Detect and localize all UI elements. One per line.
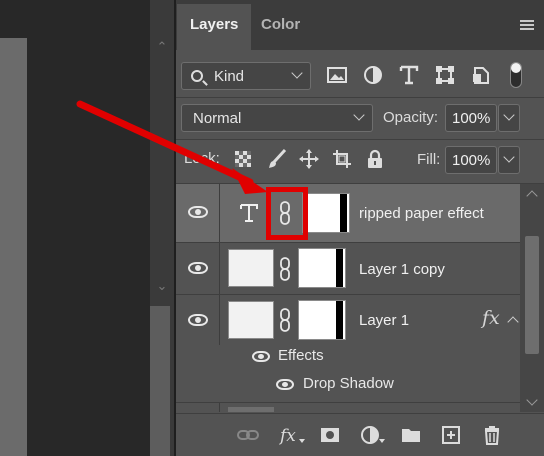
document-canvas[interactable] (0, 38, 27, 456)
fill-value: 100% (452, 152, 491, 169)
layers-bottom-toolbar: fx (176, 413, 544, 456)
canvas-scroll-up-icon[interactable]: ⌃ (153, 38, 171, 56)
eye-icon[interactable] (188, 314, 208, 326)
blend-mode-value: Normal (193, 110, 242, 127)
collapse-effects-icon[interactable] (507, 316, 519, 328)
layer-row-layer-1[interactable]: Layer 1 fx (176, 295, 520, 345)
fill-label: Fill: (417, 151, 441, 168)
canvas-scroll-thumb[interactable] (150, 306, 170, 456)
layer-mask-thumbnail[interactable] (298, 248, 346, 288)
layer-mask-thumbnail[interactable] (298, 300, 346, 340)
link-icon[interactable] (280, 257, 290, 281)
divider (176, 402, 520, 403)
layer-row-ripped-paper-effect[interactable]: ripped paper effect (176, 184, 520, 242)
layer-row-layer-1-copy[interactable]: Layer 1 copy (176, 243, 520, 294)
pixel-layer-filter-icon[interactable] (326, 64, 348, 86)
visibility-toggle[interactable] (176, 243, 220, 294)
type-layer-icon (240, 204, 258, 222)
lock-all-icon[interactable] (364, 148, 386, 170)
lock-label: Lock: (184, 150, 220, 167)
layers-scroll-thumb[interactable] (525, 236, 539, 354)
opacity-value: 100% (452, 110, 491, 127)
add-layer-style-icon[interactable]: fx (279, 424, 305, 446)
panel-tabbar: Layers Color (176, 0, 544, 50)
lock-image-pixels-icon[interactable] (266, 148, 288, 170)
delete-layer-icon[interactable] (481, 424, 503, 446)
eye-icon[interactable] (188, 206, 208, 218)
lock-transparent-pixels-icon[interactable] (232, 148, 254, 170)
panel-menu-icon[interactable] (520, 20, 534, 31)
link-icon[interactable] (280, 308, 290, 332)
layer-name[interactable]: Layer 1 (359, 312, 409, 329)
chevron-down-icon (503, 151, 515, 163)
opacity-dropdown-button[interactable] (498, 104, 520, 132)
chevron-down-icon (291, 67, 303, 79)
layer-effects-icon[interactable]: fx (482, 307, 500, 329)
visibility-toggle[interactable] (176, 184, 220, 242)
layer-thumbnail[interactable] (228, 301, 274, 339)
type-layer-filter-icon[interactable] (398, 64, 420, 86)
add-mask-icon[interactable] (319, 424, 341, 446)
adjustment-layer-filter-icon[interactable] (362, 64, 384, 86)
tab-layers[interactable]: Layers (177, 4, 252, 50)
eye-icon[interactable] (188, 262, 208, 274)
opacity-input[interactable]: 100% (445, 104, 497, 132)
smart-object-filter-icon[interactable] (470, 64, 492, 86)
canvas-scroll-down-icon[interactable]: ⌄ (153, 277, 171, 295)
fill-input[interactable]: 100% (445, 146, 497, 174)
search-icon (191, 70, 203, 82)
photoshop-workspace: ⌃ ⌄ Layers Color Kind Normal Opacity: 10 (0, 0, 544, 456)
layer-name[interactable]: Layer 1 copy (359, 261, 445, 278)
fill-dropdown-button[interactable] (498, 146, 520, 174)
lock-position-icon[interactable] (298, 148, 320, 170)
effects-label: Effects (278, 347, 324, 364)
new-group-icon[interactable] (400, 424, 422, 446)
new-adjustment-layer-icon[interactable] (360, 424, 386, 446)
divider (176, 139, 544, 140)
layer-name[interactable]: ripped paper effect (359, 205, 484, 222)
svg-text:fx: fx (279, 426, 296, 446)
blend-mode-select[interactable]: Normal (181, 104, 373, 132)
tab-color[interactable]: Color (248, 4, 313, 50)
divider (176, 97, 544, 98)
layers-panel: Layers Color Kind Normal Opacity: 100% L… (176, 0, 544, 456)
lock-artboard-icon[interactable] (331, 148, 353, 170)
visibility-toggle[interactable] (176, 295, 220, 345)
filter-kind-select[interactable]: Kind (181, 62, 311, 90)
annotation-highlight-box (266, 187, 308, 240)
layer-thumbnail[interactable] (228, 249, 274, 287)
visibility-toggle[interactable] (176, 403, 220, 412)
effects-eye-icon[interactable] (252, 351, 270, 362)
shape-layer-filter-icon[interactable] (434, 64, 456, 86)
chevron-down-icon (503, 109, 515, 121)
drop-shadow-eye-icon[interactable] (276, 379, 294, 390)
scroll-up-icon[interactable] (526, 190, 538, 202)
filter-kind-label: Kind (214, 68, 245, 85)
layers-scrollbar[interactable] (520, 184, 544, 412)
layer-thumbnail[interactable] (228, 407, 274, 412)
opacity-label: Opacity: (383, 109, 439, 126)
drop-shadow-label[interactable]: Drop Shadow (303, 375, 394, 392)
link-layers-icon[interactable] (237, 424, 259, 446)
chevron-down-icon (353, 109, 365, 121)
scroll-down-icon[interactable] (526, 394, 538, 406)
layer-mask-thumbnail[interactable] (302, 193, 350, 233)
filter-toggle-icon[interactable] (510, 62, 522, 88)
new-layer-icon[interactable] (440, 424, 462, 446)
layers-list: ripped paper effect Layer 1 copy Layer 1… (176, 184, 520, 412)
